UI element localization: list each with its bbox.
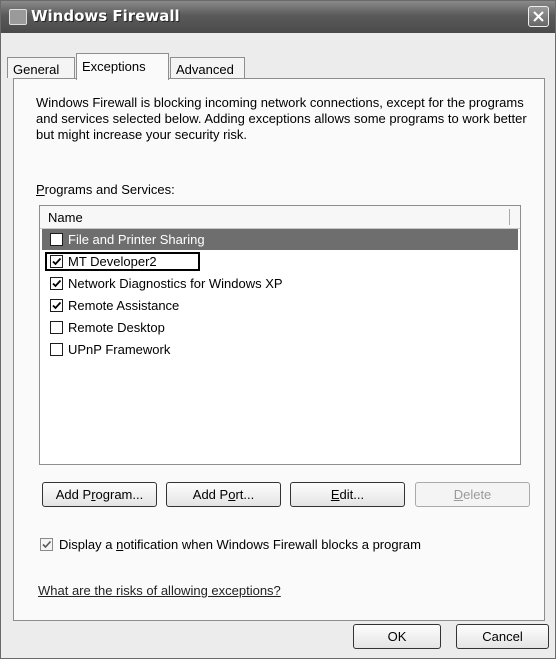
notification-label: Display a notification when Windows Fire… bbox=[59, 537, 421, 552]
close-button[interactable] bbox=[528, 6, 549, 27]
tab-exceptions[interactable]: Exceptions bbox=[76, 53, 169, 80]
programs-list-label-mnemonic: P bbox=[36, 182, 45, 197]
delete-button-label-end: elete bbox=[463, 487, 492, 502]
delete-button-mnemonic: D bbox=[453, 487, 464, 502]
edit-button-label-end: dit... bbox=[339, 487, 365, 502]
list-item[interactable]: Remote Assistance bbox=[42, 295, 518, 316]
programs-list-label: Programs and Services: bbox=[36, 182, 175, 197]
list-item-label: UPnP Framework bbox=[68, 342, 171, 357]
firewall-app-icon bbox=[9, 9, 27, 25]
edit-button-mnemonic: E bbox=[330, 487, 340, 502]
checkmark-icon bbox=[52, 301, 62, 310]
close-icon bbox=[533, 11, 544, 22]
list-item-label: MT Developer2 bbox=[68, 254, 157, 269]
tab-advanced-label: Advanced bbox=[176, 62, 234, 77]
list-item[interactable]: UPnP Framework bbox=[42, 339, 518, 360]
checkbox[interactable] bbox=[50, 255, 63, 268]
list-item[interactable]: Remote Desktop bbox=[42, 317, 518, 338]
list-item[interactable]: MT Developer2 bbox=[42, 251, 518, 272]
add-port-button[interactable]: Add Port... bbox=[166, 482, 281, 507]
exceptions-panel: Windows Firewall is blocking incoming ne… bbox=[13, 78, 545, 621]
window-title: Windows Firewall bbox=[31, 7, 180, 25]
checkmark-icon bbox=[52, 257, 62, 266]
add-program-button-label-start: Add P bbox=[55, 487, 92, 502]
list-item-label: Network Diagnostics for Windows XP bbox=[68, 276, 283, 291]
add-port-button-label-start: Add P bbox=[192, 487, 229, 502]
risks-help-link[interactable]: What are the risks of allowing exception… bbox=[38, 583, 281, 598]
checkbox[interactable] bbox=[50, 277, 63, 290]
notification-label-end: otification when Windows Firewall blocks… bbox=[123, 537, 421, 552]
list-header[interactable]: Name bbox=[40, 206, 520, 229]
list-item-label: File and Printer Sharing bbox=[68, 232, 205, 247]
tab-general[interactable]: General bbox=[7, 57, 75, 78]
checkbox[interactable] bbox=[50, 343, 63, 356]
firewall-dialog: Windows Firewall General Exceptions Adva… bbox=[0, 0, 556, 659]
column-header-name: Name bbox=[48, 210, 83, 225]
programs-list[interactable]: Name File and Printer Sharing MT Develop… bbox=[39, 205, 521, 465]
notification-checkbox[interactable] bbox=[40, 538, 53, 551]
cancel-button[interactable]: Cancel bbox=[456, 624, 549, 649]
add-program-button[interactable]: Add Program... bbox=[42, 482, 157, 507]
notification-label-start: Display a bbox=[59, 537, 117, 552]
ok-button[interactable]: OK bbox=[353, 624, 441, 649]
exceptions-description: Windows Firewall is blocking incoming ne… bbox=[36, 95, 527, 142]
programs-list-label-text: rograms and Services: bbox=[44, 182, 175, 197]
tab-general-label: General bbox=[13, 62, 60, 77]
column-separator[interactable] bbox=[509, 209, 510, 225]
checkmark-icon bbox=[42, 540, 52, 549]
tab-exceptions-label: Exceptions bbox=[82, 59, 146, 74]
checkbox[interactable] bbox=[50, 233, 63, 246]
tab-advanced[interactable]: Advanced bbox=[170, 57, 245, 78]
add-program-button-label-end: ogram... bbox=[95, 487, 144, 502]
checkbox[interactable] bbox=[50, 321, 63, 334]
add-port-button-label-end: rt... bbox=[235, 487, 255, 502]
list-item-label: Remote Desktop bbox=[68, 320, 165, 335]
checkmark-icon bbox=[52, 279, 62, 288]
delete-button[interactable]: Delete bbox=[415, 482, 530, 507]
list-item[interactable]: File and Printer Sharing bbox=[42, 229, 518, 250]
edit-button[interactable]: Edit... bbox=[290, 482, 405, 507]
list-item-label: Remote Assistance bbox=[68, 298, 180, 313]
checkbox[interactable] bbox=[50, 299, 63, 312]
title-bar[interactable]: Windows Firewall bbox=[1, 1, 555, 33]
list-item[interactable]: Network Diagnostics for Windows XP bbox=[42, 273, 518, 294]
